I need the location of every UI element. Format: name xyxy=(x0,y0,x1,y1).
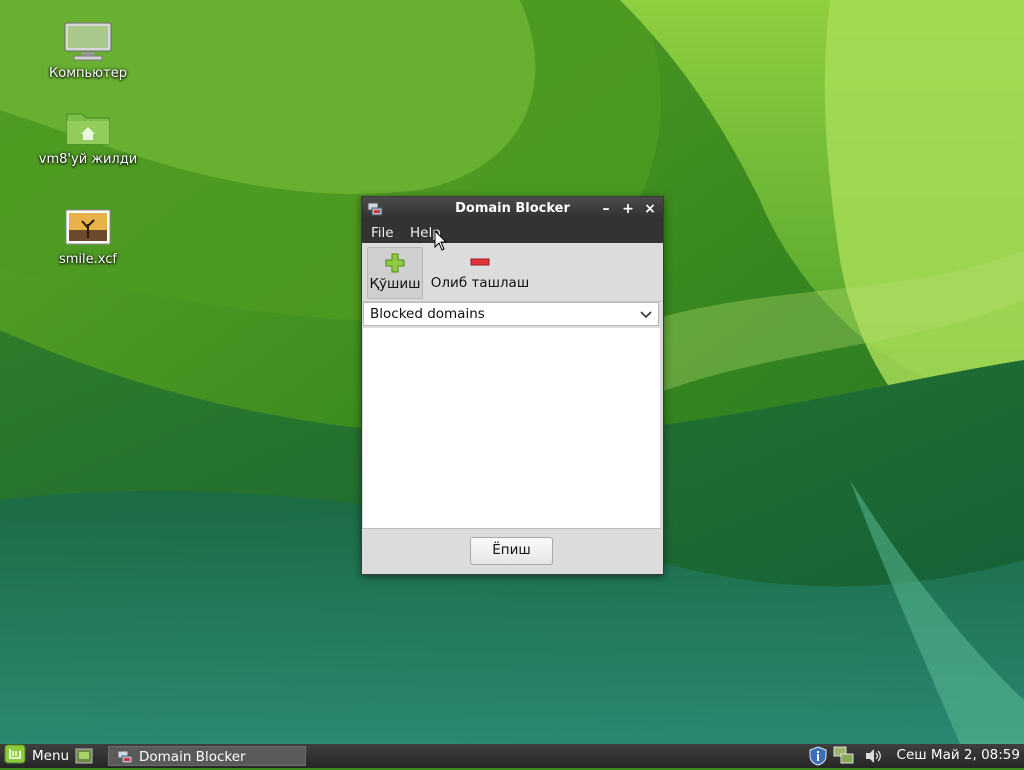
desktop: Компьютер vm8'уй жилди smile.xcf Domain … xyxy=(0,0,1024,744)
desktop-icon-computer[interactable]: Компьютер xyxy=(28,22,148,81)
chevron-down-icon xyxy=(640,305,652,327)
network-icon xyxy=(117,749,133,769)
menu-file[interactable]: File xyxy=(371,225,394,241)
remove-domain-button[interactable]: Олиб ташлаш xyxy=(428,247,532,297)
start-menu-button[interactable]: Menu xyxy=(4,744,70,768)
window-titlebar[interactable]: Domain Blocker – + × xyxy=(362,197,663,221)
close-window-button[interactable]: × xyxy=(641,200,659,218)
shield-icon[interactable] xyxy=(808,746,828,770)
show-desktop-icon[interactable] xyxy=(74,747,94,765)
window-title: Domain Blocker xyxy=(455,201,570,216)
menubar: File Help xyxy=(362,221,663,243)
add-label: Қўшиш xyxy=(369,276,421,292)
mint-logo-icon xyxy=(4,744,26,768)
minus-icon xyxy=(469,251,491,273)
taskbar-item-domain-blocker[interactable]: Domain Blocker xyxy=(108,746,306,766)
desktop-icon-home-folder[interactable]: vm8'уй жилди xyxy=(28,108,148,167)
desktop-icon-label: smile.xcf xyxy=(59,252,117,267)
image-file-icon xyxy=(64,208,112,248)
menu-label: Menu xyxy=(32,748,70,764)
taskbar-item-label: Domain Blocker xyxy=(139,749,246,765)
close-button[interactable]: Ёпиш xyxy=(470,537,553,565)
domain-list[interactable] xyxy=(363,328,660,528)
desktop-icon-smile-xcf[interactable]: smile.xcf xyxy=(28,208,148,267)
minimize-button[interactable]: – xyxy=(597,200,615,218)
remove-label: Олиб ташлаш xyxy=(430,275,530,291)
computer-icon xyxy=(64,22,112,62)
maximize-button[interactable]: + xyxy=(619,200,637,218)
volume-icon[interactable] xyxy=(864,747,884,769)
network-connection-icon[interactable] xyxy=(833,746,855,770)
button-bar: Ёпиш xyxy=(362,528,661,573)
taskbar: Menu Domain Blocker Сеш Май 2, 08:59 xyxy=(0,744,1024,768)
clock[interactable]: Сеш Май 2, 08:59 xyxy=(897,747,1020,763)
mouse-cursor-icon xyxy=(434,230,448,251)
toolbar: Қўшиш Олиб ташлаш xyxy=(362,243,663,302)
desktop-icon-label: vm8'уй жилди xyxy=(38,152,138,167)
add-domain-button[interactable]: Қўшиш xyxy=(367,247,423,299)
domain-blocker-window: Domain Blocker – + × File Help Қўшиш Оли… xyxy=(361,196,664,575)
home-folder-icon xyxy=(64,108,112,148)
desktop-icon-label: Компьютер xyxy=(49,66,127,81)
domain-list-select[interactable]: Blocked domains xyxy=(363,302,659,326)
plus-icon xyxy=(384,252,406,274)
select-value: Blocked domains xyxy=(370,306,485,322)
